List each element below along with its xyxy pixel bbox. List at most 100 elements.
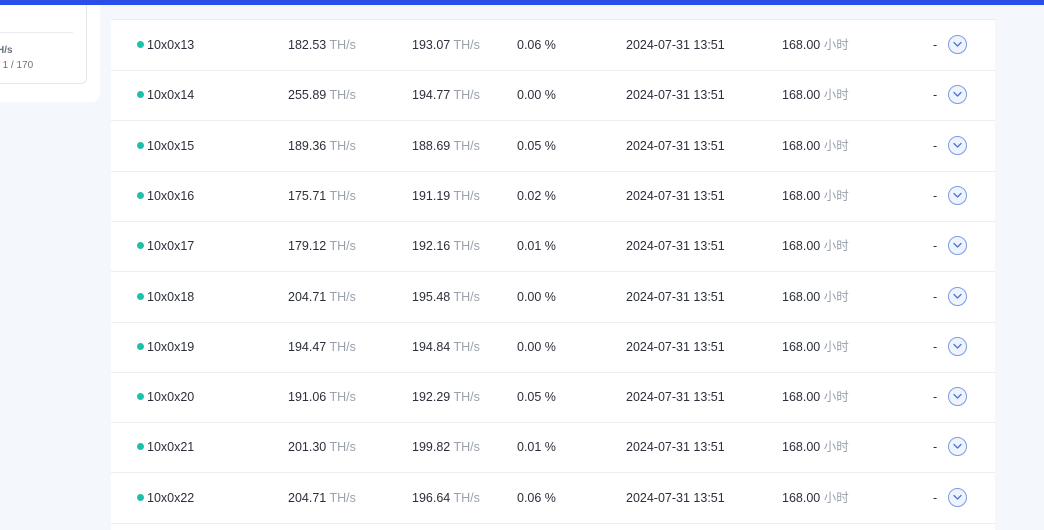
expand-row-button[interactable]: [948, 85, 967, 105]
average-hashrate-cell: 194.84 TH/s: [412, 322, 480, 372]
table-row: 10x0x17 179.12 TH/s 192.16 TH/s 0.01 % 2…: [111, 221, 995, 273]
last-seen-time: 2024-07-31 13:51: [626, 390, 725, 405]
count-sep-2: /: [10, 60, 14, 71]
last-seen-time: 2024-07-31 13:51: [626, 440, 725, 455]
worker-name: 10x0x17: [147, 239, 195, 254]
average-hashrate: 193.07: [412, 38, 451, 52]
expand-row-button[interactable]: [948, 487, 967, 507]
summary-card: H/s / 1 / 170: [0, 5, 100, 102]
extra-value: -: [933, 490, 938, 505]
table-row: 10x0x21 201.30 TH/s 199.82 TH/s 0.01 % 2…: [111, 422, 995, 474]
reject-rate: 0.00 %: [517, 289, 556, 304]
worker-name: 10x0x18: [147, 289, 195, 304]
realtime-hashrate: 204.71: [288, 490, 327, 505]
worker-name-cell: 10x0x20: [137, 372, 194, 422]
expand-row-button[interactable]: [948, 286, 967, 306]
online-dot-icon: [137, 342, 144, 350]
hashrate-unit: TH/s: [453, 239, 480, 254]
table-row: 10x0x22 204.71 TH/s 196.64 TH/s 0.06 % 2…: [111, 473, 995, 524]
worker-name-cell: 10x0x16: [137, 171, 194, 221]
duration-cell: 168.00 小时: [782, 20, 849, 70]
duration-value: 168.00: [782, 239, 821, 254]
expand-row-button[interactable]: [948, 336, 967, 356]
worker-name: 10x0x22: [147, 490, 195, 505]
hashrate-unit: TH/s: [453, 490, 480, 505]
worker-table: 10x0x13 182.53 TH/s 193.07 TH/s 0.06 % 2…: [111, 19, 995, 530]
online-dot-icon: [137, 41, 144, 48]
average-hashrate: 191.19: [412, 188, 451, 203]
duration-value: 168.00: [782, 88, 821, 103]
reject-rate: 0.06 %: [517, 490, 556, 505]
expand-row-button[interactable]: [948, 387, 967, 407]
table-row: 10x0x13 182.53 TH/s 193.07 TH/s 0.06 % 2…: [111, 20, 995, 71]
extra-value: -: [933, 339, 938, 354]
realtime-hashrate-cell: 204.71 TH/s: [288, 473, 356, 523]
realtime-hashrate-cell: 255.89 TH/s: [288, 70, 356, 120]
chevron-down-icon: [953, 243, 962, 248]
duration-value: 168.00: [782, 289, 821, 304]
summary-unit-label: H/s: [0, 45, 13, 56]
duration-unit: 小时: [823, 138, 849, 153]
expand-row-button[interactable]: [948, 35, 967, 54]
duration-cell: 168.00 小时: [782, 221, 849, 271]
duration-cell: 168.00 小时: [782, 171, 849, 221]
worker-name-cell: 10x0x13: [137, 20, 194, 70]
worker-name: 10x0x15: [147, 138, 195, 153]
worker-name: 10x0x13: [147, 38, 195, 52]
hashrate-unit: TH/s: [329, 440, 356, 455]
expand-row-button[interactable]: [948, 437, 967, 457]
hashrate-unit: TH/s: [453, 289, 480, 304]
average-hashrate: 192.29: [412, 390, 451, 405]
average-hashrate-cell: 193.07 TH/s: [412, 20, 480, 70]
average-hashrate-cell: 192.29 TH/s: [412, 372, 480, 422]
realtime-hashrate: 255.89: [288, 88, 327, 103]
average-hashrate: 199.82: [412, 440, 451, 455]
worker-name-cell: 10x0x15: [137, 121, 194, 171]
average-hashrate: 196.64: [412, 490, 451, 505]
duration-cell: 168.00 小时: [782, 372, 849, 422]
chevron-down-icon: [953, 343, 962, 349]
chevron-down-icon: [953, 494, 962, 500]
online-dot-icon: [137, 242, 144, 250]
duration-unit: 小时: [823, 38, 849, 52]
average-hashrate-cell: 199.82 TH/s: [412, 422, 480, 472]
extra-value: -: [933, 239, 938, 254]
worker-name: 10x0x20: [147, 390, 195, 405]
last-seen-time: 2024-07-31 13:51: [626, 38, 725, 52]
worker-name: 10x0x14: [147, 88, 195, 103]
hashrate-unit: TH/s: [329, 339, 356, 354]
expand-row-button[interactable]: [948, 185, 967, 205]
realtime-hashrate-cell: 204.71 TH/s: [288, 272, 356, 322]
chevron-down-icon: [953, 41, 962, 47]
extra-value: -: [933, 390, 938, 405]
duration-value: 168.00: [782, 490, 821, 505]
average-hashrate-cell: 192.16 TH/s: [412, 221, 480, 271]
last-seen-time: 2024-07-31 13:51: [626, 339, 725, 354]
online-dot-icon: [137, 443, 144, 451]
realtime-hashrate-cell: 194.47 TH/s: [288, 322, 356, 372]
average-hashrate: 188.69: [412, 138, 451, 153]
duration-unit: 小时: [823, 289, 849, 304]
hashrate-unit: TH/s: [329, 289, 356, 304]
duration-value: 168.00: [782, 339, 821, 354]
table-row: 10x0x19 194.47 TH/s 194.84 TH/s 0.00 % 2…: [111, 322, 995, 373]
realtime-hashrate-cell: 179.12 TH/s: [288, 221, 356, 271]
chevron-down-icon: [953, 444, 962, 450]
duration-cell: 168.00 小时: [782, 322, 849, 372]
last-seen-time: 2024-07-31 13:51: [626, 239, 725, 254]
duration-cell: 168.00 小时: [782, 121, 849, 171]
expand-row-button[interactable]: [948, 135, 967, 155]
reject-rate: 0.00 %: [517, 339, 556, 354]
duration-value: 168.00: [782, 390, 821, 405]
extra-value: -: [933, 38, 938, 52]
last-seen-time: 2024-07-31 13:51: [626, 188, 725, 203]
expand-row-button[interactable]: [948, 236, 967, 256]
hashrate-unit: TH/s: [453, 138, 480, 153]
last-seen-time: 2024-07-31 13:51: [626, 138, 725, 153]
realtime-hashrate: 194.47: [288, 339, 327, 354]
realtime-hashrate-cell: 191.06 TH/s: [288, 372, 356, 422]
duration-unit: 小时: [823, 188, 849, 203]
extra-value: -: [933, 188, 938, 203]
average-hashrate-cell: 188.69 TH/s: [412, 121, 480, 171]
duration-unit: 小时: [823, 440, 849, 455]
